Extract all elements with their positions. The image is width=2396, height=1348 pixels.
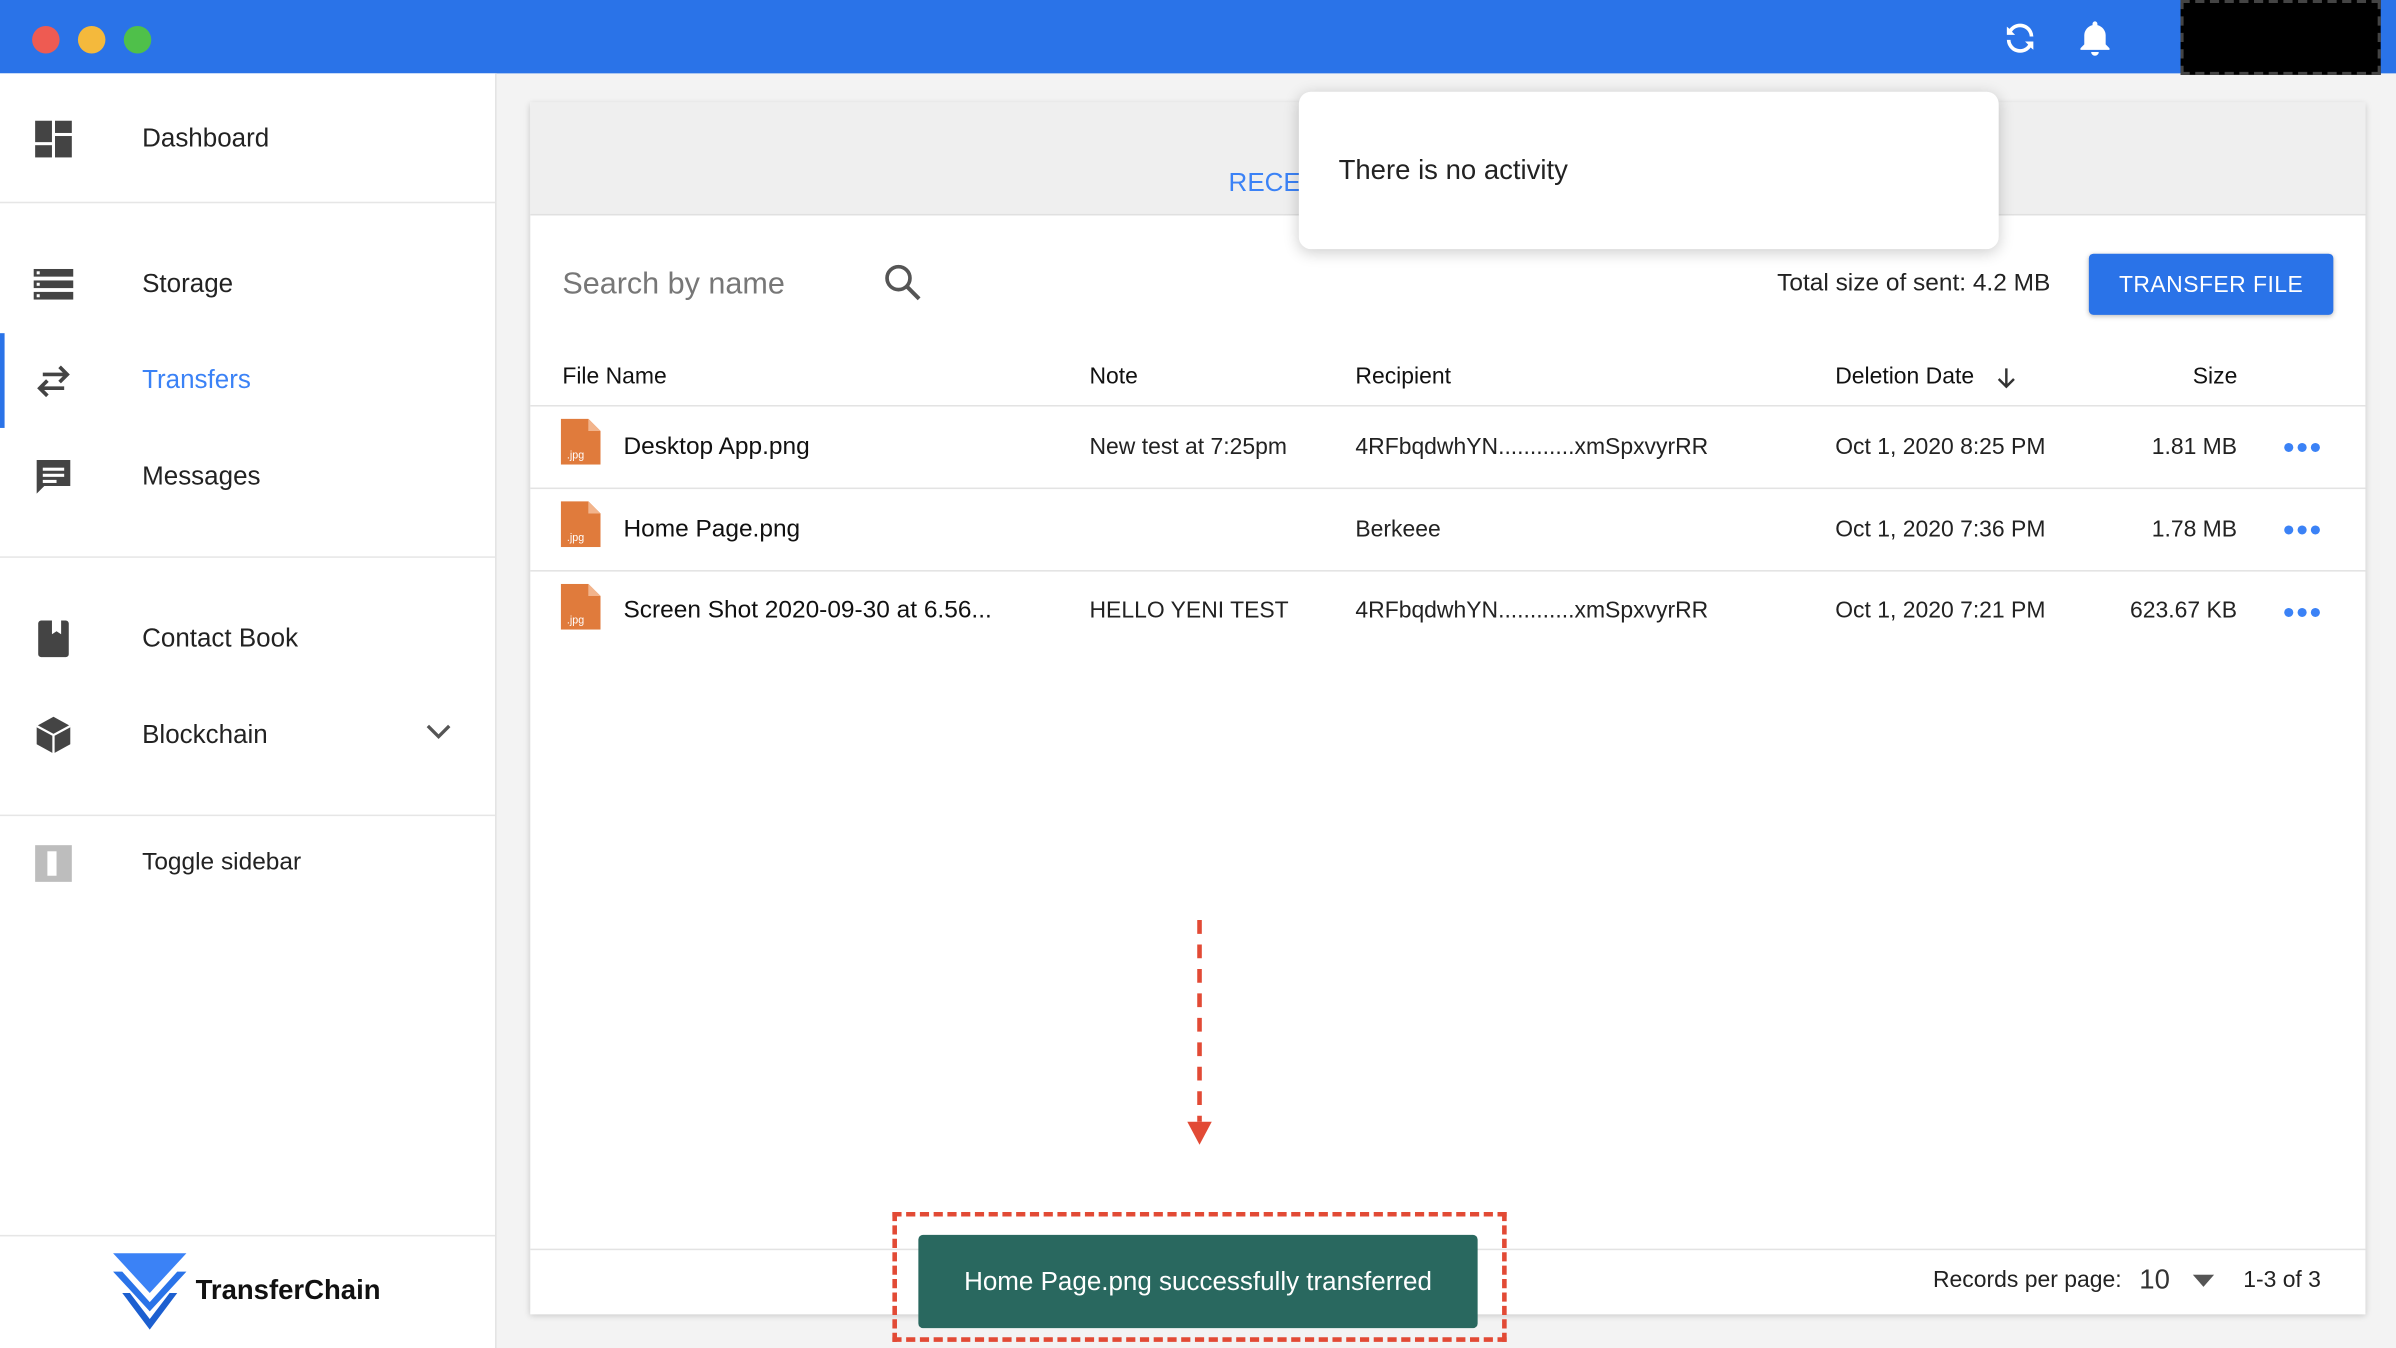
file-recipient: 4RFbqdwhYN............xmSpxvyrRR xyxy=(1355,434,1709,461)
file-deletion-date: Oct 1, 2020 8:25 PM xyxy=(1835,434,2046,461)
file-type-label: .jpg xyxy=(567,615,584,627)
file-name[interactable]: Desktop App.png xyxy=(623,434,809,462)
column-header-recipient[interactable]: Recipient xyxy=(1355,364,1451,390)
search-input[interactable] xyxy=(562,262,868,306)
contact-book-icon xyxy=(38,620,69,658)
notification-empty-text: There is no activity xyxy=(1338,154,1568,185)
storage-icon xyxy=(33,268,74,300)
sidebar-item-label: Blockchain xyxy=(142,719,268,749)
sidebar-item-storage[interactable]: Storage xyxy=(0,241,495,327)
sort-arrow-down-icon[interactable] xyxy=(1996,367,2017,391)
records-per-page-select[interactable]: 10 xyxy=(2139,1264,2170,1296)
sidebar-item-transfers[interactable]: Transfers xyxy=(0,338,495,424)
column-header-file-name[interactable]: File Name xyxy=(562,364,666,390)
user-account-redacted[interactable] xyxy=(2180,0,2381,75)
annotation-arrow xyxy=(1187,920,1212,1145)
transfer-file-button[interactable]: TRANSFER FILE xyxy=(2088,253,2334,315)
blockchain-icon xyxy=(36,716,71,754)
file-deletion-date: Oct 1, 2020 7:21 PM xyxy=(1835,597,2046,624)
divider xyxy=(0,201,496,204)
column-header-size[interactable]: Size xyxy=(2193,364,2238,390)
sidebar-item-label: Contact Book xyxy=(142,623,299,653)
transferchain-logo xyxy=(113,1253,187,1330)
window-minimize-button[interactable] xyxy=(77,25,106,54)
window-maximize-button[interactable] xyxy=(123,25,152,54)
jpg-file-icon: .jpg xyxy=(560,418,601,465)
brand-name: TransferChain xyxy=(195,1274,381,1306)
bell-icon[interactable] xyxy=(2077,18,2114,58)
more-options-icon[interactable]: ••• xyxy=(2283,513,2323,547)
jpg-file-icon: .jpg xyxy=(560,501,601,548)
sidebar-item-blockchain[interactable]: Blockchain xyxy=(0,692,495,778)
file-deletion-date: Oct 1, 2020 7:36 PM xyxy=(1835,516,2046,543)
file-type-label: .jpg xyxy=(567,532,584,544)
success-toast: Home Page.png successfully transferred xyxy=(918,1234,1478,1329)
divider xyxy=(0,1234,496,1237)
sidebar-item-messages[interactable]: Messages xyxy=(0,434,495,520)
toggle-sidebar-icon xyxy=(35,845,72,882)
sidebar-item-contact-book[interactable]: Contact Book xyxy=(0,596,495,682)
file-name[interactable]: Home Page.png xyxy=(623,517,800,545)
sidebar-item-label: Toggle sidebar xyxy=(142,849,302,876)
jpg-file-icon: .jpg xyxy=(560,583,601,630)
file-note: HELLO YENI TEST xyxy=(1089,597,1289,624)
file-size: 1.81 MB xyxy=(2151,434,2238,461)
dashboard-icon xyxy=(35,120,72,158)
chevron-down-icon[interactable] xyxy=(425,723,453,741)
sidebar-item-label: Transfers xyxy=(142,365,251,395)
search-icon[interactable] xyxy=(883,263,923,303)
sidebar-item-dashboard[interactable]: Dashboard xyxy=(0,96,495,182)
sidebar-item-label: Messages xyxy=(142,461,261,491)
tab-received[interactable]: RECE xyxy=(1229,168,1301,199)
column-header-deletion-date[interactable]: Deletion Date xyxy=(1835,364,1974,390)
file-recipient: Berkeee xyxy=(1355,516,1441,543)
messages-icon xyxy=(36,460,71,494)
refresh-icon[interactable] xyxy=(2000,18,2040,58)
title-bar xyxy=(0,0,2396,74)
file-recipient: 4RFbqdwhYN............xmSpxvyrRR xyxy=(1355,597,1709,624)
file-name[interactable]: Screen Shot 2020-09-30 at 6.56... xyxy=(623,598,991,626)
total-size-sent: Total size of sent: 4.2 MB xyxy=(1777,270,2051,297)
window-close-button[interactable] xyxy=(32,25,60,54)
more-options-icon[interactable]: ••• xyxy=(2283,595,2323,629)
records-per-page-label: Records per page: xyxy=(1932,1266,2122,1293)
file-note: New test at 7:25pm xyxy=(1089,434,1287,461)
divider xyxy=(0,814,496,817)
column-header-note[interactable]: Note xyxy=(1090,364,1138,390)
pagination-range: 1-3 of 3 xyxy=(2243,1266,2321,1293)
transfers-icon xyxy=(37,365,70,398)
file-size: 623.67 KB xyxy=(2130,597,2238,624)
caret-down-icon[interactable] xyxy=(2192,1274,2215,1289)
divider xyxy=(0,556,496,558)
sidebar-item-label: Dashboard xyxy=(142,123,270,153)
sidebar-item-toggle-sidebar[interactable]: Toggle sidebar xyxy=(0,821,495,907)
sidebar-item-label: Storage xyxy=(142,268,234,299)
more-options-icon[interactable]: ••• xyxy=(2283,430,2323,464)
file-type-label: .jpg xyxy=(567,450,584,462)
file-size: 1.78 MB xyxy=(2151,516,2238,543)
